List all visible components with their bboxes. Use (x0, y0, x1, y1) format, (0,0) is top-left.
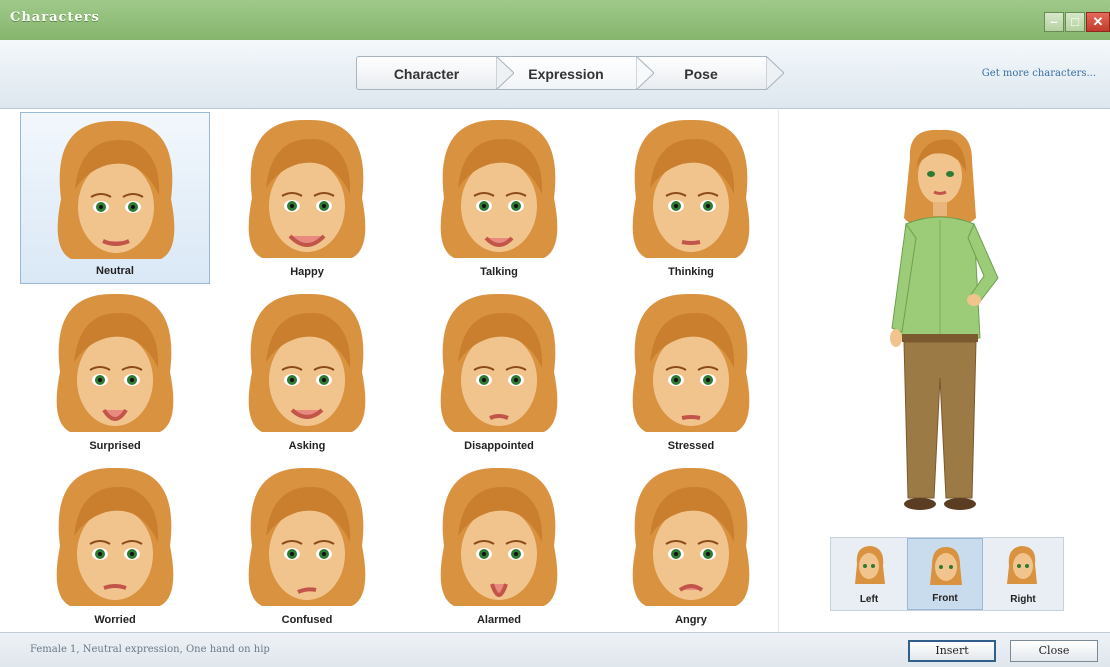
expression-option-disappointed[interactable]: Disappointed (404, 286, 594, 458)
face-confused-icon (248, 467, 366, 606)
view-left-button[interactable]: Left (831, 538, 907, 610)
tab-character[interactable]: Character (356, 56, 496, 90)
expression-label: Worried (94, 614, 136, 626)
face-happy-icon (248, 119, 366, 258)
face-worried-icon (56, 467, 174, 606)
expression-label: Talking (480, 266, 518, 278)
close-button[interactable]: Close (1010, 640, 1098, 662)
head-front-icon (930, 547, 962, 585)
expression-grid: Neutral Happy Talking Thinking Surprised Aski… (12, 110, 779, 632)
expression-label: Angry (675, 614, 707, 626)
expression-option-thinking[interactable]: Thinking (596, 112, 786, 284)
maximize-icon: □ (1071, 14, 1079, 29)
expression-option-angry[interactable]: Angry (596, 460, 786, 632)
title-bar: Characters – □ ✕ (0, 0, 1110, 41)
face-stressed-icon (632, 293, 750, 432)
expression-option-asking[interactable]: Asking (212, 286, 402, 458)
view-angle-selector: Left Front Right (830, 537, 1064, 611)
face-angry-icon (632, 467, 750, 606)
expression-option-alarmed[interactable]: Alarmed (404, 460, 594, 632)
face-talking-icon (440, 119, 558, 258)
expression-option-neutral[interactable]: Neutral (20, 112, 210, 284)
head-left-icon (855, 546, 885, 584)
status-bar: Female 1, Neutral expression, One hand o… (0, 632, 1110, 667)
tab-pose[interactable]: Pose (636, 56, 766, 90)
face-thinking-icon (632, 119, 750, 258)
insert-button[interactable]: Insert (908, 640, 996, 662)
minimize-icon: – (1050, 14, 1058, 29)
expression-option-confused[interactable]: Confused (212, 460, 402, 632)
view-front-button[interactable]: Front (907, 538, 983, 610)
face-asking-icon (248, 293, 366, 432)
expression-option-worried[interactable]: Worried (20, 460, 210, 632)
tab-expression[interactable]: Expression (496, 56, 636, 90)
view-label: Right (1010, 594, 1036, 605)
expression-label: Surprised (89, 440, 141, 452)
expression-option-talking[interactable]: Talking (404, 112, 594, 284)
expression-label: Confused (281, 614, 333, 626)
step-chevron-icon (766, 56, 784, 90)
maximize-button[interactable]: □ (1065, 12, 1085, 32)
character-preview (890, 129, 999, 510)
face-surprised-icon (56, 293, 174, 432)
face-neutral-icon (57, 120, 175, 259)
step-chevron-icon (636, 56, 654, 90)
view-right-button[interactable]: Right (985, 538, 1061, 610)
step-chevron-icon (496, 56, 514, 90)
expression-label: Happy (290, 266, 324, 278)
close-icon: ✕ (1092, 14, 1104, 29)
status-text: Female 1, Neutral expression, One hand o… (30, 644, 270, 655)
expression-label: Disappointed (464, 440, 534, 452)
view-label: Front (932, 593, 958, 604)
head-right-icon (1007, 546, 1037, 584)
expression-option-happy[interactable]: Happy (212, 112, 402, 284)
expression-label: Thinking (668, 266, 714, 278)
view-label: Left (859, 594, 879, 605)
expression-label: Asking (288, 440, 326, 452)
expression-label: Alarmed (476, 614, 522, 626)
get-more-characters-link[interactable]: Get more characters... (982, 68, 1096, 79)
window-title: Characters (10, 10, 100, 25)
expression-option-stressed[interactable]: Stressed (596, 286, 786, 458)
face-disappointed-icon (440, 293, 558, 432)
close-window-button[interactable]: ✕ (1086, 12, 1110, 32)
minimize-button[interactable]: – (1044, 12, 1064, 32)
expression-option-surprised[interactable]: Surprised (20, 286, 210, 458)
wizard-header: Character Expression Pose Get more chara… (0, 40, 1110, 109)
expression-label: Neutral (96, 265, 134, 277)
expression-label: Stressed (667, 440, 715, 452)
face-alarmed-icon (440, 467, 558, 606)
